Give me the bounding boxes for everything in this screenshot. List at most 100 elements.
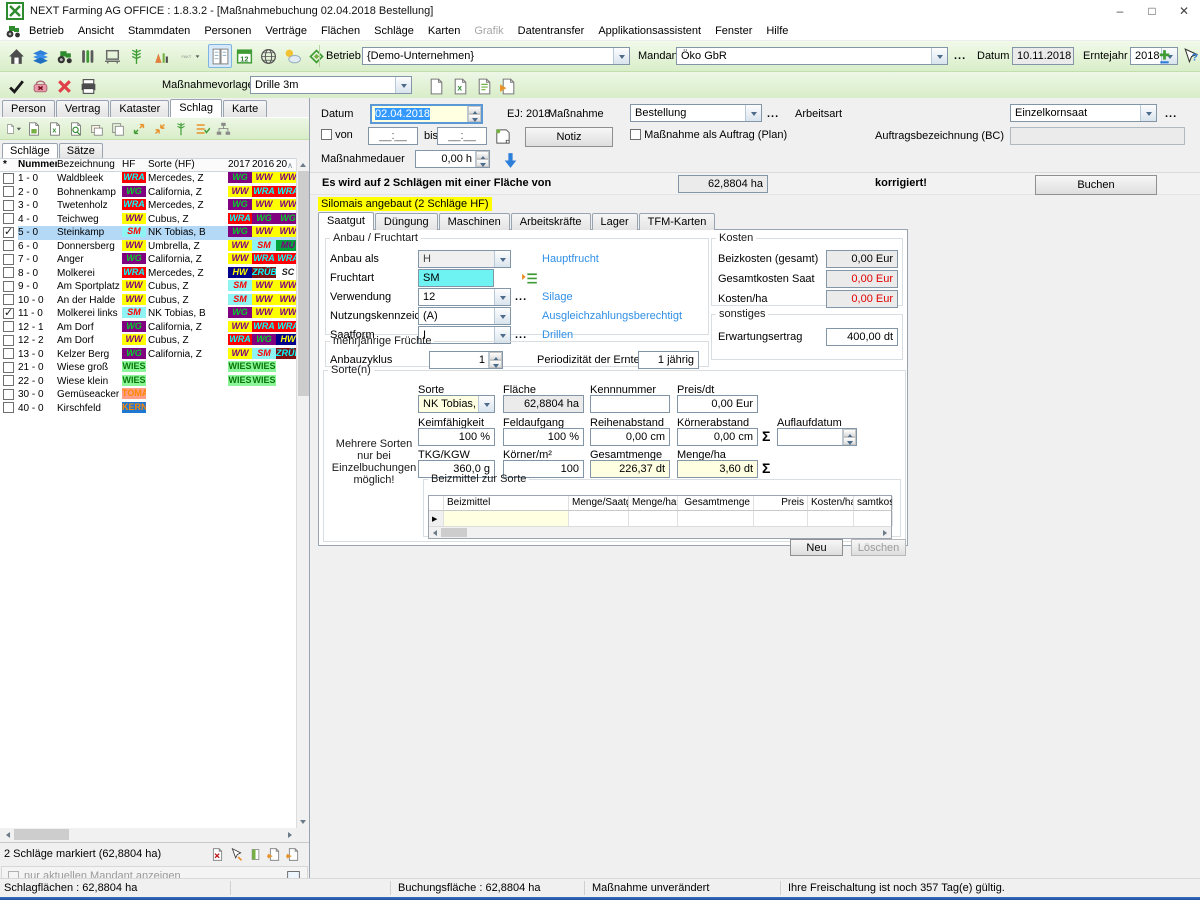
scroll-left-icon[interactable] [1,828,14,841]
subtab-s-tze[interactable]: Sätze [59,143,103,158]
dauer-field[interactable]: 0,00 h [415,150,490,168]
detail-tab-saatgut[interactable]: Saatgut [318,212,374,230]
scroll-up-icon[interactable] [297,158,309,171]
auflaufdatum-field[interactable] [777,428,857,446]
print-icon[interactable] [76,74,100,98]
chevron-down-icon[interactable] [613,48,629,64]
verwendung-combo[interactable]: 12 [418,288,511,306]
copy-icon[interactable] [107,119,128,139]
doc-excel-icon[interactable]: x [448,74,472,98]
buchen-button[interactable]: Buchen [1035,175,1157,195]
row-checkbox[interactable] [3,308,14,319]
table-row[interactable]: 11 - 0Molkerei linksSMNK Tobias, BWGWWWW [0,307,296,321]
chevron-down-icon[interactable] [478,396,494,412]
chevron-down-icon[interactable] [395,77,411,93]
scroll-right-icon[interactable] [283,828,296,841]
table-row[interactable]: 9 - 0Am SportplatzWWCubus, ZSMWWWW [0,280,296,294]
doc-find-icon[interactable] [65,119,86,139]
menu-flächen[interactable]: Flächen [314,23,367,39]
beiz-col-3[interactable]: Menge/ha [629,496,678,510]
verwendung-more-button[interactable]: ... [515,291,527,303]
koernerabstand-field[interactable]: 0,00 cm [677,428,758,446]
ausgleich-link[interactable]: Ausgleichzahlungsberechtigt [542,310,682,322]
table-row[interactable]: 1 - 0WaldbleekWRAMercedes, ZWGWWWW [0,172,296,186]
chevron-down-icon[interactable] [494,289,510,305]
beiz-col-4[interactable]: Gesamtmenge [678,496,754,510]
arbeitsart-more-button[interactable]: ... [1165,108,1177,120]
weather-icon[interactable] [280,44,304,68]
beiz-cell[interactable] [569,511,629,526]
doc-report-icon[interactable] [472,74,496,98]
fruchtart-field[interactable]: SM [418,269,494,287]
arbeitsart-combo[interactable]: Einzelkornsaat [1010,104,1157,122]
beiz-cell[interactable] [629,511,678,526]
home-icon[interactable] [4,44,28,68]
subtab-schl-ge[interactable]: Schläge [2,143,58,158]
anbau-combo[interactable]: H [418,250,511,268]
tab-vertrag[interactable]: Vertrag [56,100,109,117]
menu-schläge[interactable]: Schläge [367,23,421,39]
tractor-icon[interactable] [52,44,76,68]
spinner-icons[interactable] [475,151,489,167]
row-checkbox[interactable] [3,402,14,413]
table-row[interactable]: 12 - 2Am DorfWWCubus, ZWRAWGHW [0,334,296,348]
row-checkbox[interactable] [3,267,14,278]
column-green-icon[interactable] [246,845,265,864]
sigma-icon[interactable]: Σ [762,428,770,444]
year-col-2016[interactable]: 2016 [252,159,276,171]
beizmittel-empty-row[interactable]: ▶ [429,511,891,527]
preis-field[interactable]: 0,00 Eur [677,395,758,413]
wheat-icon[interactable] [124,44,148,68]
spinner-icons[interactable] [842,429,856,445]
kosten-field[interactable]: 0,00 Eur [826,270,898,288]
table-row[interactable]: 6 - 0DonnersbergWWUmbrella, ZWWSMMU [0,240,296,254]
split-view-icon[interactable] [208,44,232,68]
table-row[interactable]: 12 - 1Am DorfWGCalifornia, ZWWWRAWRA [0,321,296,335]
expand-icon[interactable] [128,119,149,139]
datum-field[interactable]: 02.04.2018 [370,104,483,124]
menu-stammdaten[interactable]: Stammdaten [121,23,197,39]
doc-new-drop-icon[interactable] [2,119,23,139]
massnahme-combo[interactable]: Bestellung [630,104,762,122]
neu-button[interactable]: Neu [790,539,843,556]
menu-hilfe[interactable]: Hilfe [759,23,795,39]
table-row[interactable]: 3 - 0TwetenholzWRAMercedes, ZWGWWWW [0,199,296,213]
menu-betrieb[interactable]: Betrieb [22,23,71,39]
minimize-button[interactable]: – [1104,0,1136,22]
scrollbar-thumb[interactable] [441,528,467,537]
vertical-scrollbar[interactable] [296,158,309,828]
silage-link[interactable]: Silage [542,291,573,303]
chevron-down-icon[interactable] [1140,105,1156,121]
hierarchy-icon[interactable] [212,119,233,139]
col-sorte[interactable]: Sorte (HF) [148,159,228,171]
table-row[interactable]: 21 - 0Wiese großWIESWIESWIES [0,361,296,375]
scrollbar-thumb[interactable] [298,171,309,396]
keim-field[interactable]: 100 % [418,428,495,446]
menu-karten[interactable]: Karten [421,23,467,39]
table-row[interactable]: 13 - 0Kelzer BergWGCalifornia, ZWWSMZRÜB [0,348,296,362]
row-checkbox[interactable] [3,335,14,346]
kosten-field[interactable]: 0,00 Eur [826,250,898,268]
feldaufgang-field[interactable]: 100 % [503,428,584,446]
menu-personen[interactable]: Personen [197,23,258,39]
row-checkbox[interactable] [3,186,14,197]
row-checkbox[interactable] [3,213,14,224]
row-checkbox[interactable] [3,375,14,386]
menu-fenster[interactable]: Fenster [708,23,759,39]
auftrag-checkbox[interactable] [630,129,641,140]
table-row[interactable]: 22 - 0Wiese kleinWIESWIESWIES [0,375,296,389]
pallet-icon[interactable] [100,44,124,68]
list-select-icon[interactable] [518,267,542,291]
bis-time-field[interactable]: __:__ [437,127,487,145]
chevron-down-icon[interactable] [494,251,510,267]
betrieb-combo[interactable]: {Demo-Unternehmen} [362,47,630,65]
chevron-down-icon[interactable] [745,105,761,121]
table-row[interactable]: 2 - 0BohnenkampWGCalifornia, ZWWWRAWRA [0,186,296,200]
reihenabstand-field[interactable]: 0,00 cm [590,428,670,446]
scroll-down-icon[interactable] [297,815,309,828]
cancel-icon[interactable] [52,74,76,98]
beiz-cell[interactable] [854,511,893,526]
flaeche-field[interactable]: 62,8804 ha [503,395,584,413]
beiz-col-2[interactable]: Menge/Saatgut [569,496,629,510]
auftragsbez-field[interactable] [1010,127,1185,145]
